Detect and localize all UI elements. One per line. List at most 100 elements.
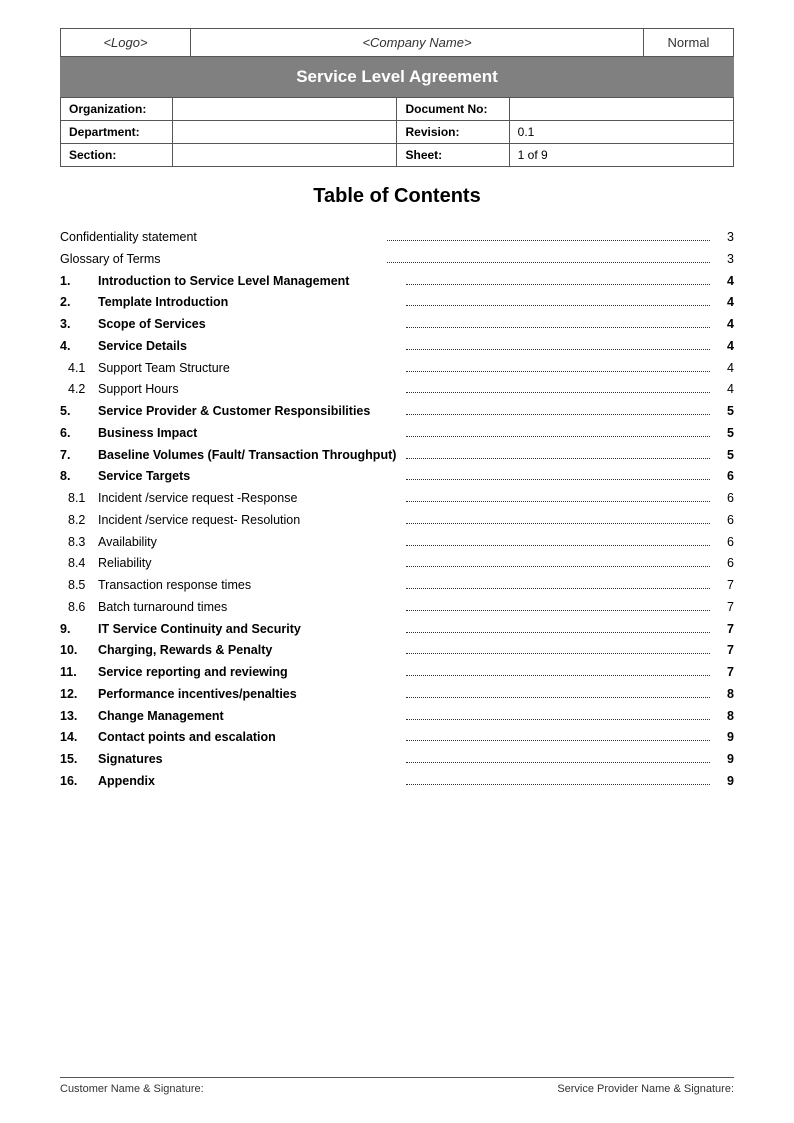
toc-item-dots	[406, 523, 710, 524]
toc-item: Confidentiality statement3	[60, 228, 734, 247]
footer: Customer Name & Signature: Service Provi…	[60, 1077, 734, 1095]
toc-item-number: 11.	[60, 663, 98, 682]
toc-item-dots	[406, 588, 710, 589]
toc-item-page: 5	[714, 446, 734, 465]
toc-item-page: 7	[714, 620, 734, 639]
toc-item-page: 9	[714, 750, 734, 769]
revision-value: 0.1	[509, 121, 733, 144]
toc-item-text: Business Impact	[98, 424, 402, 443]
header-company: <Company Name>	[191, 29, 644, 57]
toc-item-number: 4.2	[60, 380, 98, 399]
toc-item-number: 6.	[60, 424, 98, 443]
toc-item-dots	[406, 305, 710, 306]
toc-item-page: 6	[714, 467, 734, 486]
toc-item-number: 15.	[60, 750, 98, 769]
toc-item-text: Availability	[98, 533, 402, 552]
toc-item-text: Performance incentives/penalties	[98, 685, 402, 704]
toc-item: 12.Performance incentives/penalties8	[60, 685, 734, 704]
toc-item-dots	[406, 653, 710, 654]
toc-item-text: Batch turnaround times	[98, 598, 402, 617]
toc-item-page: 4	[714, 293, 734, 312]
toc-item: 8.Service Targets 6	[60, 467, 734, 486]
toc-item-number: 10.	[60, 641, 98, 660]
toc-item-dots	[406, 458, 710, 459]
toc-item: 3.Scope of Services4	[60, 315, 734, 334]
toc-item-page: 8	[714, 685, 734, 704]
toc-item: 4.1Support Team Structure4	[60, 359, 734, 378]
page: <Logo> <Company Name> Normal Service Lev…	[0, 0, 794, 1123]
toc-item-dots	[406, 719, 710, 720]
toc-item-dots	[406, 632, 710, 633]
toc-item: 1.Introduction to Service Level Manageme…	[60, 272, 734, 291]
docno-value	[509, 98, 733, 121]
toc-item-page: 4	[714, 315, 734, 334]
toc-item-text: Signatures	[98, 750, 402, 769]
toc-item-page: 9	[714, 728, 734, 747]
toc-item-text: Service Details	[98, 337, 402, 356]
toc-item: 8.2Incident /service request- Resolution…	[60, 511, 734, 530]
toc-item-dots	[406, 675, 710, 676]
toc-item-page: 6	[714, 554, 734, 573]
org-value	[173, 98, 397, 121]
toc-item-text: Change Management	[98, 707, 402, 726]
toc-item: 14.Contact points and escalation9	[60, 728, 734, 747]
toc-item: 8.6Batch turnaround times7	[60, 598, 734, 617]
dept-value	[173, 121, 397, 144]
toc-item-number: 8.2	[60, 511, 98, 530]
toc-item-text: Baseline Volumes (Fault/ Transaction Thr…	[98, 446, 402, 465]
toc-item-text: Incident /service request- Resolution	[98, 511, 402, 530]
docno-label: Document No:	[397, 98, 509, 121]
toc-item-text: Template Introduction	[98, 293, 402, 312]
toc-item-text: IT Service Continuity and Security	[98, 620, 402, 639]
toc-item-dots	[406, 740, 710, 741]
toc-item-page: 7	[714, 598, 734, 617]
toc-item-text: Transaction response times	[98, 576, 402, 595]
toc-item-number: 8.	[60, 467, 98, 486]
toc-title: Table of Contents	[60, 185, 734, 208]
toc-item-number: 7.	[60, 446, 98, 465]
toc-item-page: 5	[714, 424, 734, 443]
header-table: <Logo> <Company Name> Normal	[60, 28, 734, 57]
toc-item-dots	[406, 784, 710, 785]
toc-item-text: Reliability	[98, 554, 402, 573]
toc-item-number: 8.3	[60, 533, 98, 552]
toc-item: 9.IT Service Continuity and Security 7	[60, 620, 734, 639]
toc-item: 4.Service Details4	[60, 337, 734, 356]
toc-item-page: 7	[714, 641, 734, 660]
toc-item-number: 16.	[60, 772, 98, 791]
sheet-value: 1 of 9	[509, 144, 733, 167]
toc-item-dots	[406, 284, 710, 285]
toc-item-page: 3	[714, 250, 734, 269]
toc-item-dots	[406, 697, 710, 698]
toc-item: 8.1Incident /service request -Response6	[60, 489, 734, 508]
toc-item-page: 4	[714, 380, 734, 399]
section-value	[173, 144, 397, 167]
toc-item-number: 8.4	[60, 554, 98, 573]
toc-item: 8.4Reliability 6	[60, 554, 734, 573]
toc-item-text: Introduction to Service Level Management	[98, 272, 402, 291]
toc-item-page: 4	[714, 337, 734, 356]
toc-item-dots	[406, 610, 710, 611]
toc-item-number: 14.	[60, 728, 98, 747]
toc-item-number: 8.5	[60, 576, 98, 595]
toc-item: 10.Charging, Rewards & Penalty 7	[60, 641, 734, 660]
dept-label: Department:	[61, 121, 173, 144]
toc-item-dots	[406, 479, 710, 480]
toc-item-number: 9.	[60, 620, 98, 639]
toc-item: 7.Baseline Volumes (Fault/ Transaction T…	[60, 446, 734, 465]
toc-item-dots	[406, 436, 710, 437]
toc: Confidentiality statement3Glossary of Te…	[60, 228, 734, 791]
toc-item-text: Service Targets	[98, 467, 402, 486]
info-table: Organization: Document No: Department: R…	[60, 97, 734, 167]
section-label: Section:	[61, 144, 173, 167]
toc-item: 4.2Support Hours4	[60, 380, 734, 399]
toc-item-dots	[406, 545, 710, 546]
toc-item: 11.Service reporting and reviewing7	[60, 663, 734, 682]
toc-item-text: Incident /service request -Response	[98, 489, 402, 508]
toc-item-dots	[406, 327, 710, 328]
toc-item-page: 6	[714, 533, 734, 552]
toc-item-text: Charging, Rewards & Penalty	[98, 641, 402, 660]
revision-label: Revision:	[397, 121, 509, 144]
toc-item-page: 4	[714, 359, 734, 378]
footer-right: Service Provider Name & Signature:	[557, 1083, 734, 1095]
